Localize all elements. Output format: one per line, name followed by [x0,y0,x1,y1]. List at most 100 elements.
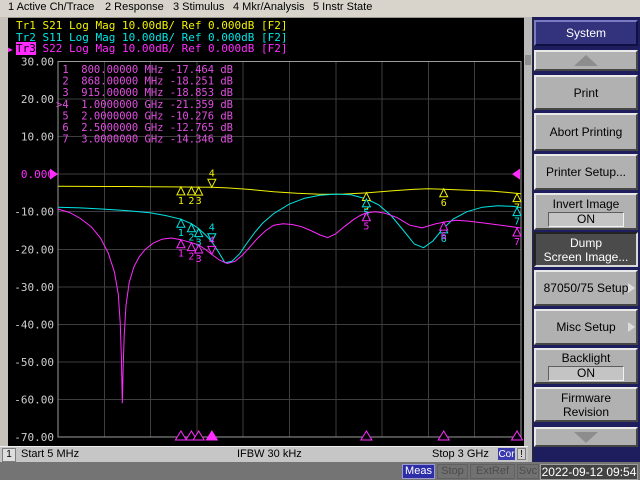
left-frame-strip [0,17,8,446]
softkey-toggle-value: ON [548,366,624,381]
marker-4-icon [208,179,216,187]
y-axis-tick-label: 0.000 [21,168,54,181]
marker-7-icon [513,228,521,236]
softkey-label: Printer Setup... [546,165,626,179]
marker-2-icon [187,187,195,195]
ifbw-label: IFBW 30 kHz [237,448,302,460]
stimulus-marker-5-icon [361,431,372,440]
y-axis-tick-label: -50.00 [14,356,54,369]
softkey-system-header[interactable]: System [534,20,638,46]
marker-label: 1 [178,249,184,260]
instrument-status-bar: Meas Stop ExtRef Svc 2022-09-12 09:54 [0,462,640,480]
stimulus-marker-4-icon [206,431,217,440]
marker-label: 6 [441,231,447,242]
softkey-label: Invert Image [553,197,620,211]
measurement-plot: 30.00 20.00 10.00 0.000 -10.00 -20.00 -30.00 -4… [8,17,524,446]
marker-table-row: 5 2.0000000 GHz -10.276 dB [56,110,233,122]
marker-label: 4 [209,223,215,234]
stop-frequency-label: Stop 3 GHz [432,448,489,460]
softkey-firmware-revision-button[interactable]: Firmware Revision [534,387,638,422]
y-axis-tick-label: -60.00 [14,393,54,406]
softkey-scroll-down-button[interactable] [534,427,638,447]
softkey-label: Backlight [562,351,611,365]
marker-table-row: 7 3.0000000 GHz -14.346 dB [56,134,233,146]
extref-status-badge: ExtRef [470,464,515,479]
marker-table-row: 1 800.00000 MHz -17.464 dB [56,64,233,76]
marker-table-row: >4 1.0000000 GHz -21.359 dB [56,99,233,111]
menu-item-4-mkr-analysis[interactable]: 4 Mkr/Analysis [233,1,305,13]
softkey-scrollbar[interactable] [524,17,533,462]
y-axis-tick-label: -40.00 [14,318,54,331]
y-axis-tick-label: 30.00 [21,56,54,69]
datetime-display: 2022-09-12 09:54 [540,464,638,480]
softkey-menu: System Print Abort Printing Printer Setup..… [524,17,640,462]
submenu-arrow-icon [628,322,635,332]
softkey-invert-image-button[interactable]: Invert ImageON [534,193,638,230]
y-axis-tick-label: 20.00 [21,93,54,106]
ref-level-arrow-left-icon [50,169,58,180]
marker-label: 6 [441,198,447,209]
softkey-print-button[interactable]: Print [534,75,638,110]
scroll-up-arrow-icon [574,55,598,66]
marker-table-row: 6 2.5000000 GHz -12.765 dB [56,122,233,134]
softkey-label: Dump Screen Image... [544,236,629,264]
softkey-misc-setup-button[interactable]: Misc Setup [534,309,638,345]
vna-screen: 1 Active Ch/Trace 2 Response 3 Stimulus 4 M… [0,0,640,480]
softkey-label: Abort Printing [550,125,623,139]
marker-label: 7 [514,237,520,248]
marker-6-icon [440,189,448,197]
marker-label: 4 [209,235,215,246]
softkey-backlight-button[interactable]: BacklightON [534,348,638,384]
channel-status-bar: 1 Start 5 MHz IFBW 30 kHz Stop 3 GHz Cor… [0,446,528,463]
softkey-printer-setup-button[interactable]: Printer Setup... [534,154,638,190]
y-axis-tick-label: -10.00 [14,206,54,219]
marker-3-icon [195,187,203,195]
scroll-down-arrow-icon [574,432,598,443]
softkey-dump-screen-image-button[interactable]: Dump Screen Image... [534,232,638,267]
softkey-toggle-value: ON [548,212,624,227]
menu-bar: 1 Active Ch/Trace 2 Response 3 Stimulus 4 M… [0,0,640,18]
marker-2-icon [187,224,195,232]
y-axis-tick-label: -70.00 [14,431,54,444]
start-frequency-label: Start 5 MHz [21,448,79,460]
svc-status-badge: Svc [517,464,539,479]
marker-label: 1 [178,228,184,239]
marker-label: 2 [188,196,194,207]
softkey-scroll-up-button[interactable] [534,50,638,71]
y-axis-tick-label: 10.00 [21,131,54,144]
softkey-scrollbar-thumb[interactable] [525,55,531,65]
softkey-label: 87050/75 Setup [544,281,629,295]
menu-item-5-instr-state[interactable]: 5 Instr State [313,1,372,13]
softkey-label: Print [574,86,599,100]
y-axis-tick-label: -20.00 [14,243,54,256]
submenu-arrow-icon [628,283,635,293]
stop-status-badge: Stop [437,464,468,479]
marker-label: 1 [178,196,184,207]
menu-item-1-active-ch-trace[interactable]: 1 Active Ch/Trace [8,1,94,13]
marker-label: 2 [188,252,194,263]
stimulus-marker-6-icon [438,431,449,440]
softkey-label: Misc Setup [556,320,615,334]
softkey-87050-75-setup-button[interactable]: 87050/75 Setup [534,270,638,306]
y-axis-tick-label: -30.00 [14,281,54,294]
channel-number-badge: 1 [2,448,16,462]
menu-item-2-response[interactable]: 2 Response [105,1,164,13]
menu-item-3-stimulus[interactable]: 3 Stimulus [173,1,224,13]
marker-label: 3 [196,196,202,207]
marker-7-icon [513,194,521,202]
marker-1-icon [177,187,185,195]
warning-badge: ! [517,448,526,460]
softkey-label: Firmware Revision [561,391,611,419]
correction-status-badge: Cor [498,448,515,460]
stimulus-marker-1-icon [175,431,186,440]
marker-label: 4 [209,168,215,179]
softkey-abort-printing-button[interactable]: Abort Printing [534,113,638,151]
meas-status-badge: Meas [402,464,435,479]
marker-table-row: 2 868.00000 MHz -18.251 dB [56,76,233,88]
marker-label: 7 [514,217,520,228]
ref-level-arrow-right-icon [512,169,520,180]
marker-4-icon [208,246,216,254]
marker-label: 5 [363,222,369,233]
marker-table-row: 3 915.00000 MHz -18.853 dB [56,87,233,99]
marker-3-icon [195,229,203,237]
